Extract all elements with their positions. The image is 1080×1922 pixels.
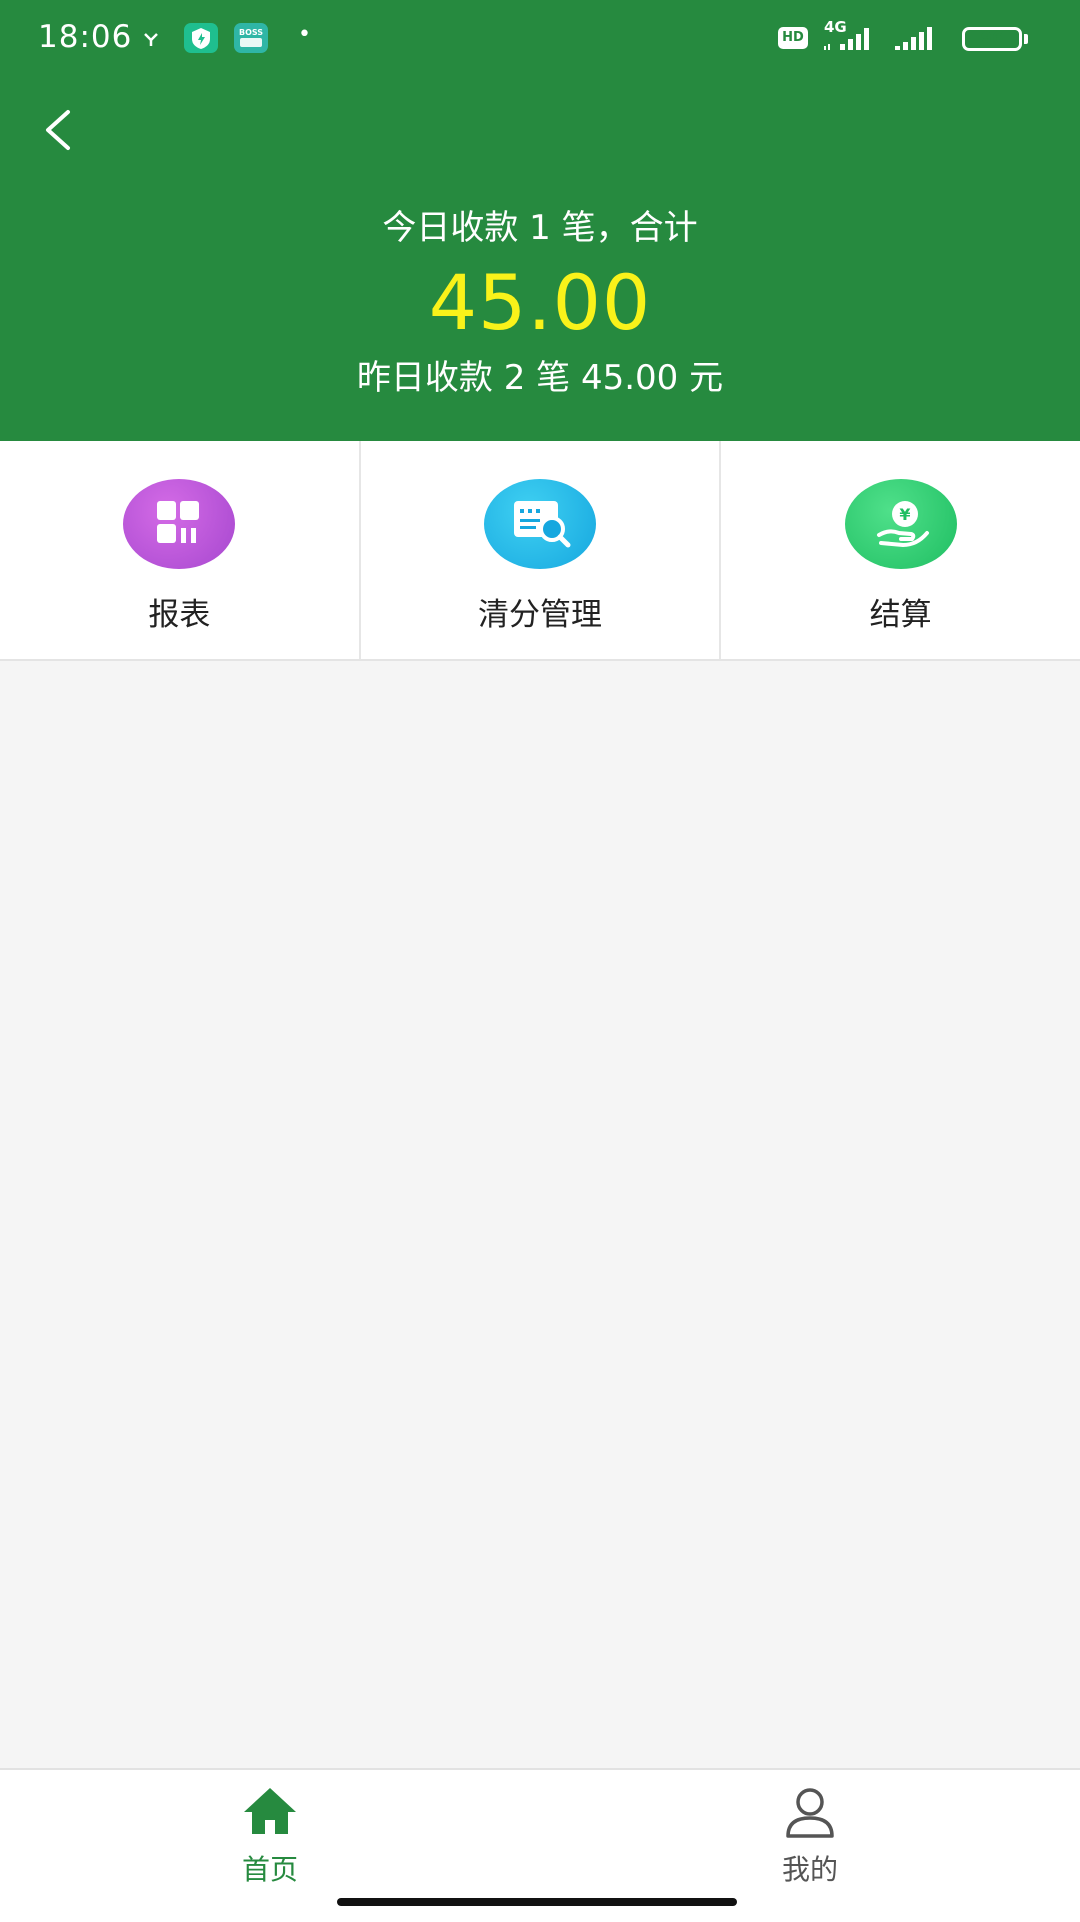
- menu-item-settlement[interactable]: ¥ 结算: [721, 441, 1080, 659]
- header: 18:06 BOSS • HD 4G 96 今日收款 1 笔，合计 45.00 …: [0, 0, 1080, 441]
- tab-home-label: 首页: [241, 1853, 298, 1886]
- battery-text: 96: [980, 28, 1004, 47]
- signal-2-icon: [895, 27, 932, 50]
- back-button[interactable]: [30, 100, 90, 160]
- status-bar: 18:06 BOSS • HD 4G 96: [0, 0, 1080, 78]
- download-arrow-icon: [144, 33, 158, 46]
- battery-tip: [1024, 34, 1028, 44]
- clearing-search-icon: [484, 479, 596, 569]
- home-indicator: [337, 1898, 737, 1906]
- settlement-yen-hand-icon: ¥: [844, 479, 957, 569]
- yesterday-summary: 昨日收款 2 笔 45.00 元: [356, 358, 724, 398]
- status-time: 18:06: [38, 19, 133, 55]
- battery-icon: 96: [962, 27, 1022, 51]
- chevron-left-icon: [46, 110, 70, 150]
- notification-dot-icon: •: [298, 22, 311, 47]
- menu-label-clearing: 清分管理: [478, 597, 602, 633]
- tab-mine-label: 我的: [781, 1853, 838, 1886]
- tab-mine[interactable]: 我的: [710, 1770, 910, 1890]
- home-icon: [244, 1788, 296, 1834]
- security-app-icon: [184, 23, 218, 53]
- signal-1-icon: [824, 28, 869, 50]
- menu-label-report: 报表: [148, 597, 211, 633]
- svg-text:¥: ¥: [899, 505, 910, 524]
- menu-item-report[interactable]: 报表: [0, 441, 361, 659]
- boss-app-icon: BOSS: [234, 23, 268, 53]
- today-amount: 45.00: [428, 258, 652, 347]
- menu-item-clearing[interactable]: 清分管理: [361, 441, 722, 659]
- svg-text:BOSS: BOSS: [239, 28, 263, 37]
- tab-home[interactable]: 首页: [170, 1770, 370, 1890]
- menu-label-settlement: 结算: [869, 597, 932, 633]
- report-grid-icon: [123, 479, 236, 569]
- hd-badge: HD: [778, 27, 808, 49]
- user-icon: [786, 1788, 834, 1838]
- function-menu: 报表 清分管理 ¥ 结算: [0, 441, 1080, 661]
- today-summary: 今日收款 1 笔，合计: [382, 208, 698, 248]
